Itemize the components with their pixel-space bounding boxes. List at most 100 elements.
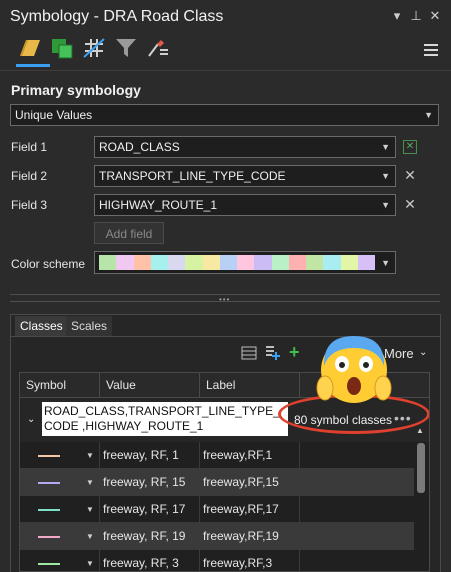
color-scheme-dropdown[interactable]: ▼ [94, 251, 396, 274]
symbology-method-dropdown[interactable]: Unique Values ▼ [10, 104, 439, 126]
remove-field-1-icon[interactable]: ✕ [403, 140, 417, 154]
table-row[interactable]: ▼ freeway, RF, 3 freeway,RF,3 [20, 550, 414, 571]
chevron-down-icon[interactable]: ▼ [86, 469, 94, 496]
label-cell[interactable]: freeway,RF,15 [200, 469, 300, 496]
add-class-list-icon[interactable] [264, 344, 280, 361]
chevron-down-icon: ▼ [381, 258, 390, 268]
primary-symbology-heading: Primary symbology [11, 82, 141, 98]
line-symbol-swatch[interactable] [38, 563, 60, 565]
toolbar-divider [0, 70, 451, 71]
chevron-down-icon: ▼ [381, 142, 390, 152]
value-cell[interactable]: freeway, RF, 3 [100, 550, 200, 571]
primary-symbology-icon[interactable] [18, 36, 42, 60]
label-cell[interactable]: freeway,RF,19 [200, 523, 300, 550]
close-icon[interactable]: ✕ [427, 8, 443, 24]
options-dropdown-icon[interactable]: ▾ [389, 8, 405, 24]
label-cell[interactable]: freeway,RF,1 [200, 442, 300, 469]
color-swatch [185, 255, 203, 270]
symbol-layer-drawing-icon[interactable] [146, 36, 170, 60]
color-swatch [237, 255, 255, 270]
vary-by-symbology-icon[interactable] [50, 36, 74, 60]
symbol-cell[interactable]: ▼ [20, 550, 100, 571]
symbol-cell[interactable]: ▼ [20, 442, 100, 469]
symbol-cell[interactable]: ▼ [20, 523, 100, 550]
value-cell[interactable]: freeway, RF, 15 [100, 469, 200, 496]
value-cell[interactable]: freeway, RF, 17 [100, 496, 200, 523]
color-swatch [202, 255, 220, 270]
window-title: Symbology - DRA Road Class [10, 8, 224, 25]
shocked-face-emoji-icon [316, 336, 392, 403]
line-symbol-swatch[interactable] [38, 536, 60, 538]
field-2-label: Field 2 [11, 169, 48, 183]
add-field-button[interactable]: Add field [94, 222, 164, 244]
chevron-down-icon[interactable]: ▼ [86, 442, 94, 469]
color-swatch [116, 255, 134, 270]
count-cell [300, 469, 414, 496]
color-scheme-label: Color scheme [11, 257, 86, 271]
add-icon[interactable]: + [289, 342, 300, 363]
color-swatch [133, 255, 151, 270]
splitter-grip-icon[interactable]: ••• [219, 295, 230, 304]
tab-scales[interactable]: Scales [66, 316, 113, 336]
color-swatch [340, 255, 358, 270]
symbol-cell[interactable]: ▼ [20, 496, 100, 523]
table-view-icon[interactable] [241, 346, 257, 360]
count-cell [300, 442, 414, 469]
color-swatch [323, 255, 341, 270]
symbology-method-value: Unique Values [15, 108, 93, 122]
color-swatch [168, 255, 186, 270]
remove-field-3-icon[interactable]: ✕ [403, 196, 417, 213]
chevron-down-icon[interactable]: ▼ [86, 496, 94, 523]
count-cell [300, 496, 414, 523]
line-symbol-swatch[interactable] [38, 482, 60, 484]
label-cell[interactable]: freeway,RF,3 [200, 550, 300, 571]
count-cell [300, 523, 414, 550]
column-header-symbol[interactable]: Symbol [20, 373, 100, 397]
symbol-cell[interactable]: ▼ [20, 469, 100, 496]
value-cell[interactable]: freeway, RF, 19 [100, 523, 200, 550]
chevron-down-icon: ▼ [424, 110, 433, 120]
field-1-dropdown[interactable]: ROAD_CLASS ▼ [94, 136, 396, 158]
filter-icon[interactable] [114, 36, 138, 60]
field-3-dropdown[interactable]: HIGHWAY_ROUTE_1 ▼ [94, 194, 396, 216]
field-2-value: TRANSPORT_LINE_TYPE_CODE [99, 169, 286, 183]
column-header-label[interactable]: Label [200, 373, 300, 397]
chevron-down-icon: ▼ [381, 171, 390, 181]
hamburger-menu-icon[interactable] [424, 44, 438, 59]
vertical-scrollbar[interactable] [417, 443, 425, 493]
symbol-class-count: 80 symbol classes [294, 413, 393, 427]
chevron-down-icon: ▼ [381, 200, 390, 210]
label-classes-icon[interactable] [82, 36, 106, 60]
remove-field-2-icon[interactable]: ✕ [403, 167, 417, 184]
field-3-label: Field 3 [11, 198, 48, 212]
field-1-value: ROAD_CLASS [99, 140, 180, 154]
field-1-label: Field 1 [11, 140, 48, 154]
count-cell [300, 550, 414, 571]
table-row[interactable]: ▼ freeway, RF, 17 freeway,RF,17 [20, 496, 414, 523]
label-cell[interactable]: freeway,RF,17 [200, 496, 300, 523]
collapse-chevron-icon[interactable]: ⌄ [27, 414, 35, 425]
value-cell[interactable]: freeway, RF, 1 [100, 442, 200, 469]
color-swatch [306, 255, 324, 270]
column-header-value[interactable]: Value [100, 373, 200, 397]
field-2-dropdown[interactable]: TRANSPORT_LINE_TYPE_CODE ▼ [94, 165, 396, 187]
tab-classes[interactable]: Classes [15, 316, 68, 336]
scroll-up-icon[interactable]: ▲ [416, 426, 424, 435]
field-3-value: HIGHWAY_ROUTE_1 [99, 198, 218, 212]
color-scheme-swatches [99, 255, 375, 270]
group-heading-field[interactable]: ROAD_CLASS,TRANSPORT_LINE_TYPE_CODE ,HIG… [42, 402, 288, 436]
active-tool-indicator [16, 64, 50, 67]
line-symbol-swatch[interactable] [38, 455, 60, 457]
pin-icon[interactable]: ⊥ [408, 8, 424, 24]
table-row[interactable]: ▼ freeway, RF, 19 freeway,RF,19 [20, 523, 414, 550]
more-options-icon[interactable]: ••• [394, 410, 412, 426]
table-row[interactable]: ▼ freeway, RF, 1 freeway,RF,1 [20, 442, 414, 469]
chevron-down-icon[interactable]: ▼ [86, 523, 94, 550]
color-swatch [219, 255, 237, 270]
line-symbol-swatch[interactable] [38, 509, 60, 511]
color-swatch [150, 255, 168, 270]
color-swatch [254, 255, 272, 270]
table-row[interactable]: ▼ freeway, RF, 15 freeway,RF,15 [20, 469, 414, 496]
chevron-down-icon: ⌄ [419, 347, 428, 358]
chevron-down-icon[interactable]: ▼ [86, 550, 94, 571]
